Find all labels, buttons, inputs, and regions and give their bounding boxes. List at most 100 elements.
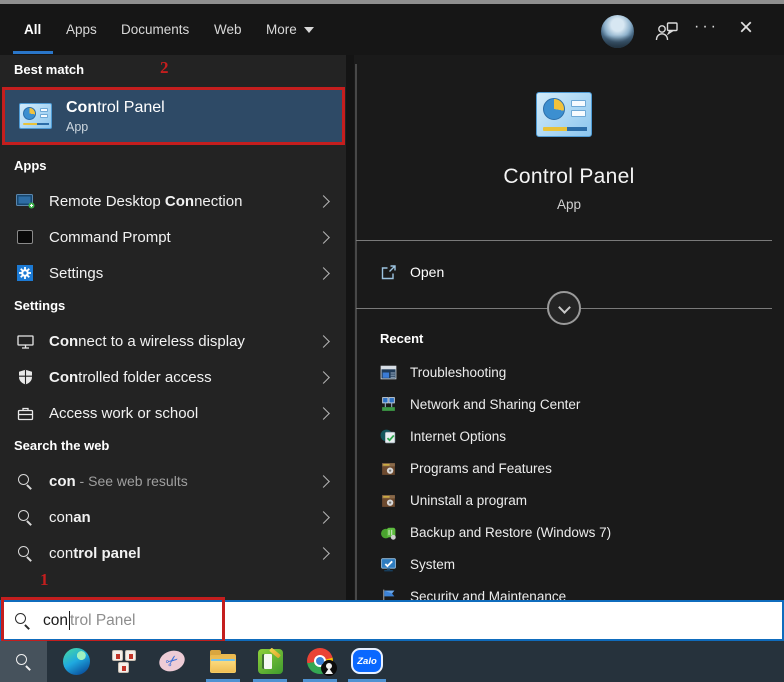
recent-item-label: Uninstall a program <box>410 493 527 508</box>
result-remote-desktop-connection[interactable]: Remote Desktop Connection <box>0 183 346 219</box>
display-icon <box>14 334 36 349</box>
chevron-right-icon[interactable] <box>317 231 330 244</box>
launch-icon <box>380 264 397 281</box>
taskbar-editor-icon[interactable] <box>256 647 284 675</box>
uninstall-icon <box>380 492 397 509</box>
taskbar-file-explorer-icon[interactable] <box>209 647 237 675</box>
network-icon <box>380 396 397 413</box>
result-label: Access work or school <box>49 405 198 422</box>
control-panel-large-icon <box>536 92 592 137</box>
system-icon <box>380 556 397 573</box>
result-label: Command Prompt <box>49 229 171 246</box>
result-label: conan <box>49 509 91 526</box>
preview-app-subtitle: App <box>354 197 784 212</box>
recent-item-label: Troubleshooting <box>410 365 506 380</box>
chevron-right-icon[interactable] <box>317 475 330 488</box>
taskbar-unikey-icon[interactable] <box>110 647 138 675</box>
result-label: Remote Desktop Connection <box>49 193 242 210</box>
backup-restore-icon <box>380 524 397 541</box>
shield-icon <box>14 369 36 385</box>
result-access-work-or-school[interactable]: Access work or school <box>0 395 346 431</box>
best-match-subtitle: App <box>66 120 165 134</box>
chevron-right-icon[interactable] <box>317 195 330 208</box>
best-match-header: Best match <box>14 62 84 77</box>
search-icon <box>14 510 36 525</box>
chevron-right-icon[interactable] <box>317 335 330 348</box>
briefcase-icon <box>14 406 36 421</box>
search-icon <box>16 654 31 669</box>
settings-gear-icon <box>14 265 36 281</box>
programs-icon <box>380 460 397 477</box>
result-web-con[interactable]: con - See web results <box>0 463 346 499</box>
recent-item-troubleshooting[interactable]: Troubleshooting <box>380 356 506 388</box>
chevron-down-icon <box>558 301 571 314</box>
open-button[interactable]: Open <box>380 260 444 284</box>
tab-apps[interactable]: Apps <box>66 4 97 55</box>
close-icon[interactable]: × <box>739 16 753 40</box>
result-controlled-folder-access[interactable]: Controlled folder access <box>0 359 346 395</box>
tab-web[interactable]: Web <box>214 4 242 55</box>
taskbar-edge-icon[interactable] <box>62 647 90 675</box>
result-label: control panel <box>49 545 141 562</box>
recent-item-backup-and-restore[interactable]: Backup and Restore (Windows 7) <box>380 516 611 548</box>
taskbar-snipping-icon[interactable]: ✂ <box>158 647 186 675</box>
result-label: con - See web results <box>49 473 188 490</box>
taskbar-zalo-icon[interactable]: Zalo <box>350 647 384 675</box>
internet-options-icon <box>380 428 397 445</box>
recent-item-label: Internet Options <box>410 429 506 444</box>
zalo-label: Zalo <box>357 656 377 667</box>
taskbar: ✂ Zalo <box>0 641 784 682</box>
taskbar-chrome-icon[interactable] <box>306 647 334 675</box>
recent-item-label: Programs and Features <box>410 461 552 476</box>
best-match-title: Control Panel <box>66 99 165 117</box>
result-label: Controlled folder access <box>49 369 212 386</box>
search-typed-text: con <box>43 612 68 630</box>
remote-desktop-icon <box>14 194 36 209</box>
result-label: Connect to a wireless display <box>49 333 245 350</box>
search-the-web-header: Search the web <box>14 438 109 453</box>
search-suggestion-text: trol Panel <box>70 612 135 630</box>
feedback-icon[interactable] <box>655 21 679 43</box>
troubleshooting-icon <box>380 364 397 381</box>
more-options-icon[interactable]: ··· <box>694 18 719 36</box>
apps-header: Apps <box>14 158 47 173</box>
result-connect-wireless-display[interactable]: Connect to a wireless display <box>0 323 346 359</box>
result-web-control-panel[interactable]: control panel <box>0 535 346 571</box>
search-icon <box>15 613 30 628</box>
tab-documents[interactable]: Documents <box>121 4 189 55</box>
result-settings[interactable]: Settings <box>0 255 346 291</box>
chevron-right-icon[interactable] <box>317 407 330 420</box>
recent-item-uninstall-a-program[interactable]: Uninstall a program <box>380 484 527 516</box>
expand-chevron-button[interactable] <box>547 291 581 325</box>
tab-more[interactable]: More <box>266 4 314 55</box>
chevron-right-icon[interactable] <box>317 267 330 280</box>
recent-item-internet-options[interactable]: Internet Options <box>380 420 506 452</box>
annotation-step-2: 2 <box>160 58 169 78</box>
chevron-down-icon <box>304 27 314 33</box>
recent-item-network-sharing-center[interactable]: Network and Sharing Center <box>380 388 580 420</box>
settings-header: Settings <box>14 298 65 313</box>
active-tab-indicator <box>13 51 53 54</box>
open-label: Open <box>410 264 444 280</box>
taskbar-search-button[interactable] <box>0 641 47 682</box>
user-avatar[interactable] <box>601 15 634 48</box>
chevron-right-icon[interactable] <box>317 547 330 560</box>
panel-divider <box>346 55 354 642</box>
search-input[interactable]: con trol Panel <box>0 600 784 641</box>
command-prompt-icon <box>14 230 36 244</box>
chevron-right-icon[interactable] <box>317 371 330 384</box>
result-command-prompt[interactable]: Command Prompt <box>0 219 346 255</box>
tab-all[interactable]: All <box>24 4 41 55</box>
result-web-conan[interactable]: conan <box>0 499 346 535</box>
annotation-step-1: 1 <box>40 570 49 590</box>
result-label: Settings <box>49 265 103 282</box>
recent-item-label: Backup and Restore (Windows 7) <box>410 525 611 540</box>
divider <box>356 240 772 241</box>
recent-item-programs-and-features[interactable]: Programs and Features <box>380 452 552 484</box>
chevron-right-icon[interactable] <box>317 511 330 524</box>
preview-app-title: Control Panel <box>354 165 784 189</box>
scrollbar[interactable] <box>355 64 357 636</box>
best-match-result-control-panel[interactable]: Control Panel App <box>2 87 345 145</box>
recent-item-label: Network and Sharing Center <box>410 397 580 412</box>
recent-item-system[interactable]: System <box>380 548 455 580</box>
